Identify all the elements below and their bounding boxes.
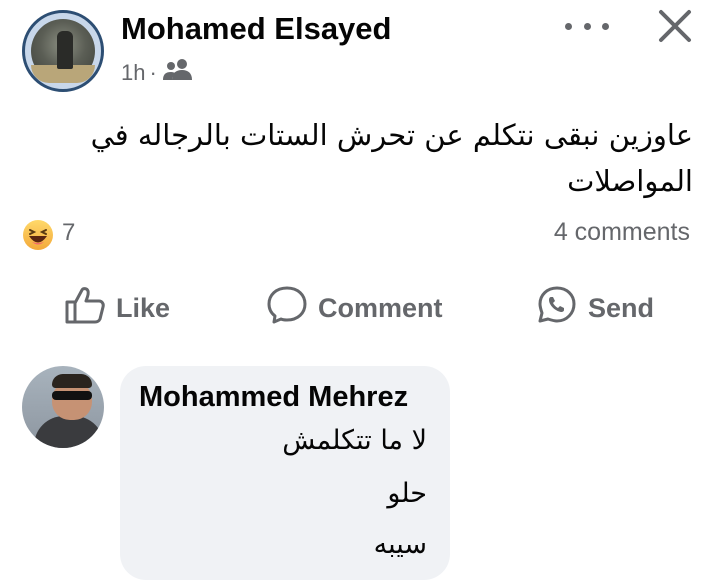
send-label: Send xyxy=(588,292,655,323)
comment-text-line: سيبه xyxy=(373,529,427,560)
comment-label: Comment xyxy=(318,292,443,323)
laughing-reaction-icon[interactable] xyxy=(22,219,54,251)
post-text: عاوزين نبقى نتكلم عن تحرش الستات بالرجال… xyxy=(90,118,693,198)
commenter-name[interactable]: Mohammed Mehrez xyxy=(139,381,408,414)
send-button[interactable]: Send xyxy=(536,286,654,330)
like-label: Like xyxy=(116,292,171,323)
thumbs-up-icon xyxy=(64,285,116,332)
more-options-icon[interactable] xyxy=(565,18,609,34)
like-button[interactable]: Like xyxy=(64,286,170,330)
comment-bubble-icon xyxy=(266,285,318,332)
commenter-avatar[interactable] xyxy=(22,366,104,448)
reaction-count[interactable]: 7 xyxy=(62,219,75,247)
comment-text-line: لا ما تتكلمش xyxy=(282,425,427,456)
meta-separator: · xyxy=(149,60,157,85)
post-time[interactable]: 1h xyxy=(121,60,145,86)
comment-text-line: حلو xyxy=(387,478,427,509)
whatsapp-icon xyxy=(536,285,588,332)
author-avatar[interactable] xyxy=(22,10,104,92)
comments-count[interactable]: 4 comments xyxy=(554,218,690,247)
post-meta: 1h · xyxy=(121,58,193,88)
close-icon[interactable] xyxy=(656,7,694,45)
friends-icon xyxy=(162,58,193,88)
post-author-name[interactable]: Mohamed Elsayed xyxy=(121,11,391,47)
comment-button[interactable]: Comment xyxy=(266,286,443,330)
